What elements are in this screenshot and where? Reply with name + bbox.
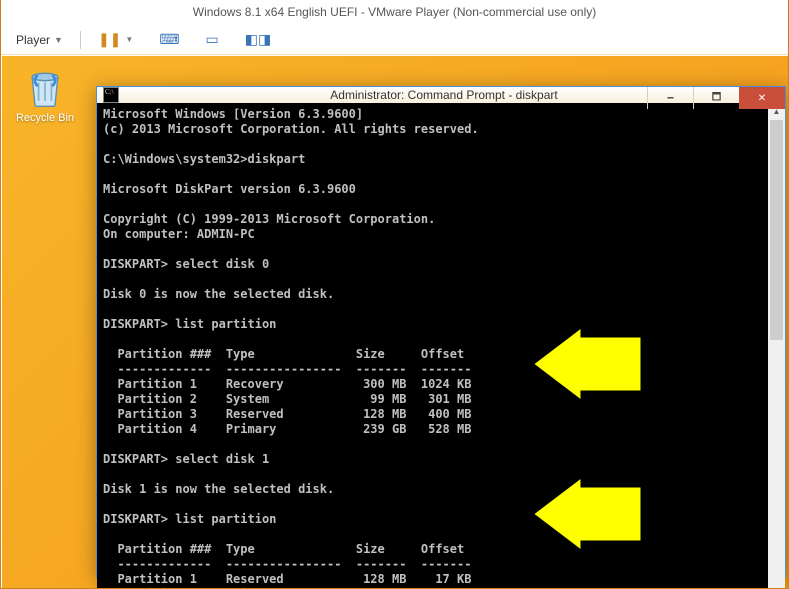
scroll-thumb[interactable] <box>770 120 783 340</box>
scrollbar[interactable]: ▲ ▼ <box>768 103 785 588</box>
scroll-track[interactable] <box>768 120 785 588</box>
separator <box>80 31 81 49</box>
fullscreen-button[interactable]: ◧◨ <box>236 28 280 52</box>
cmd-output[interactable]: Microsoft Windows [Version 6.3.9600] (c)… <box>97 103 768 588</box>
vmware-title: Windows 8.1 x64 English UEFI - VMware Pl… <box>1 0 788 25</box>
chevron-down-icon: ▼ <box>54 35 63 45</box>
cmd-icon <box>103 87 119 103</box>
guest-desktop[interactable]: Recycle Bin Administrator: Command Promp… <box>2 56 788 588</box>
pause-icon: ❚❚ <box>98 31 121 48</box>
recycle-bin[interactable]: Recycle Bin <box>10 66 80 124</box>
player-menu[interactable]: Player ▼ <box>7 28 72 52</box>
cmd-titlebar[interactable]: Administrator: Command Prompt - diskpart… <box>97 87 785 103</box>
vmware-toolbar: Player ▼ ❚❚ ▼ ⌨ ▭ ◧◨ <box>1 25 788 55</box>
unity-button[interactable]: ▭ <box>197 28 228 52</box>
recycle-bin-label: Recycle Bin <box>16 112 74 124</box>
chevron-down-icon: ▼ <box>125 35 133 44</box>
rect-icon: ▭ <box>206 31 219 48</box>
pause-button[interactable]: ❚❚ ▼ <box>89 28 142 52</box>
command-prompt-window: Administrator: Command Prompt - diskpart… <box>96 86 786 578</box>
send-ctrl-alt-del-button[interactable]: ⌨ <box>150 28 188 52</box>
recycle-bin-icon <box>23 66 67 110</box>
squares-icon: ◧◨ <box>245 31 271 48</box>
player-label: Player <box>16 33 50 47</box>
keyboard-icon: ⌨ <box>159 31 179 48</box>
